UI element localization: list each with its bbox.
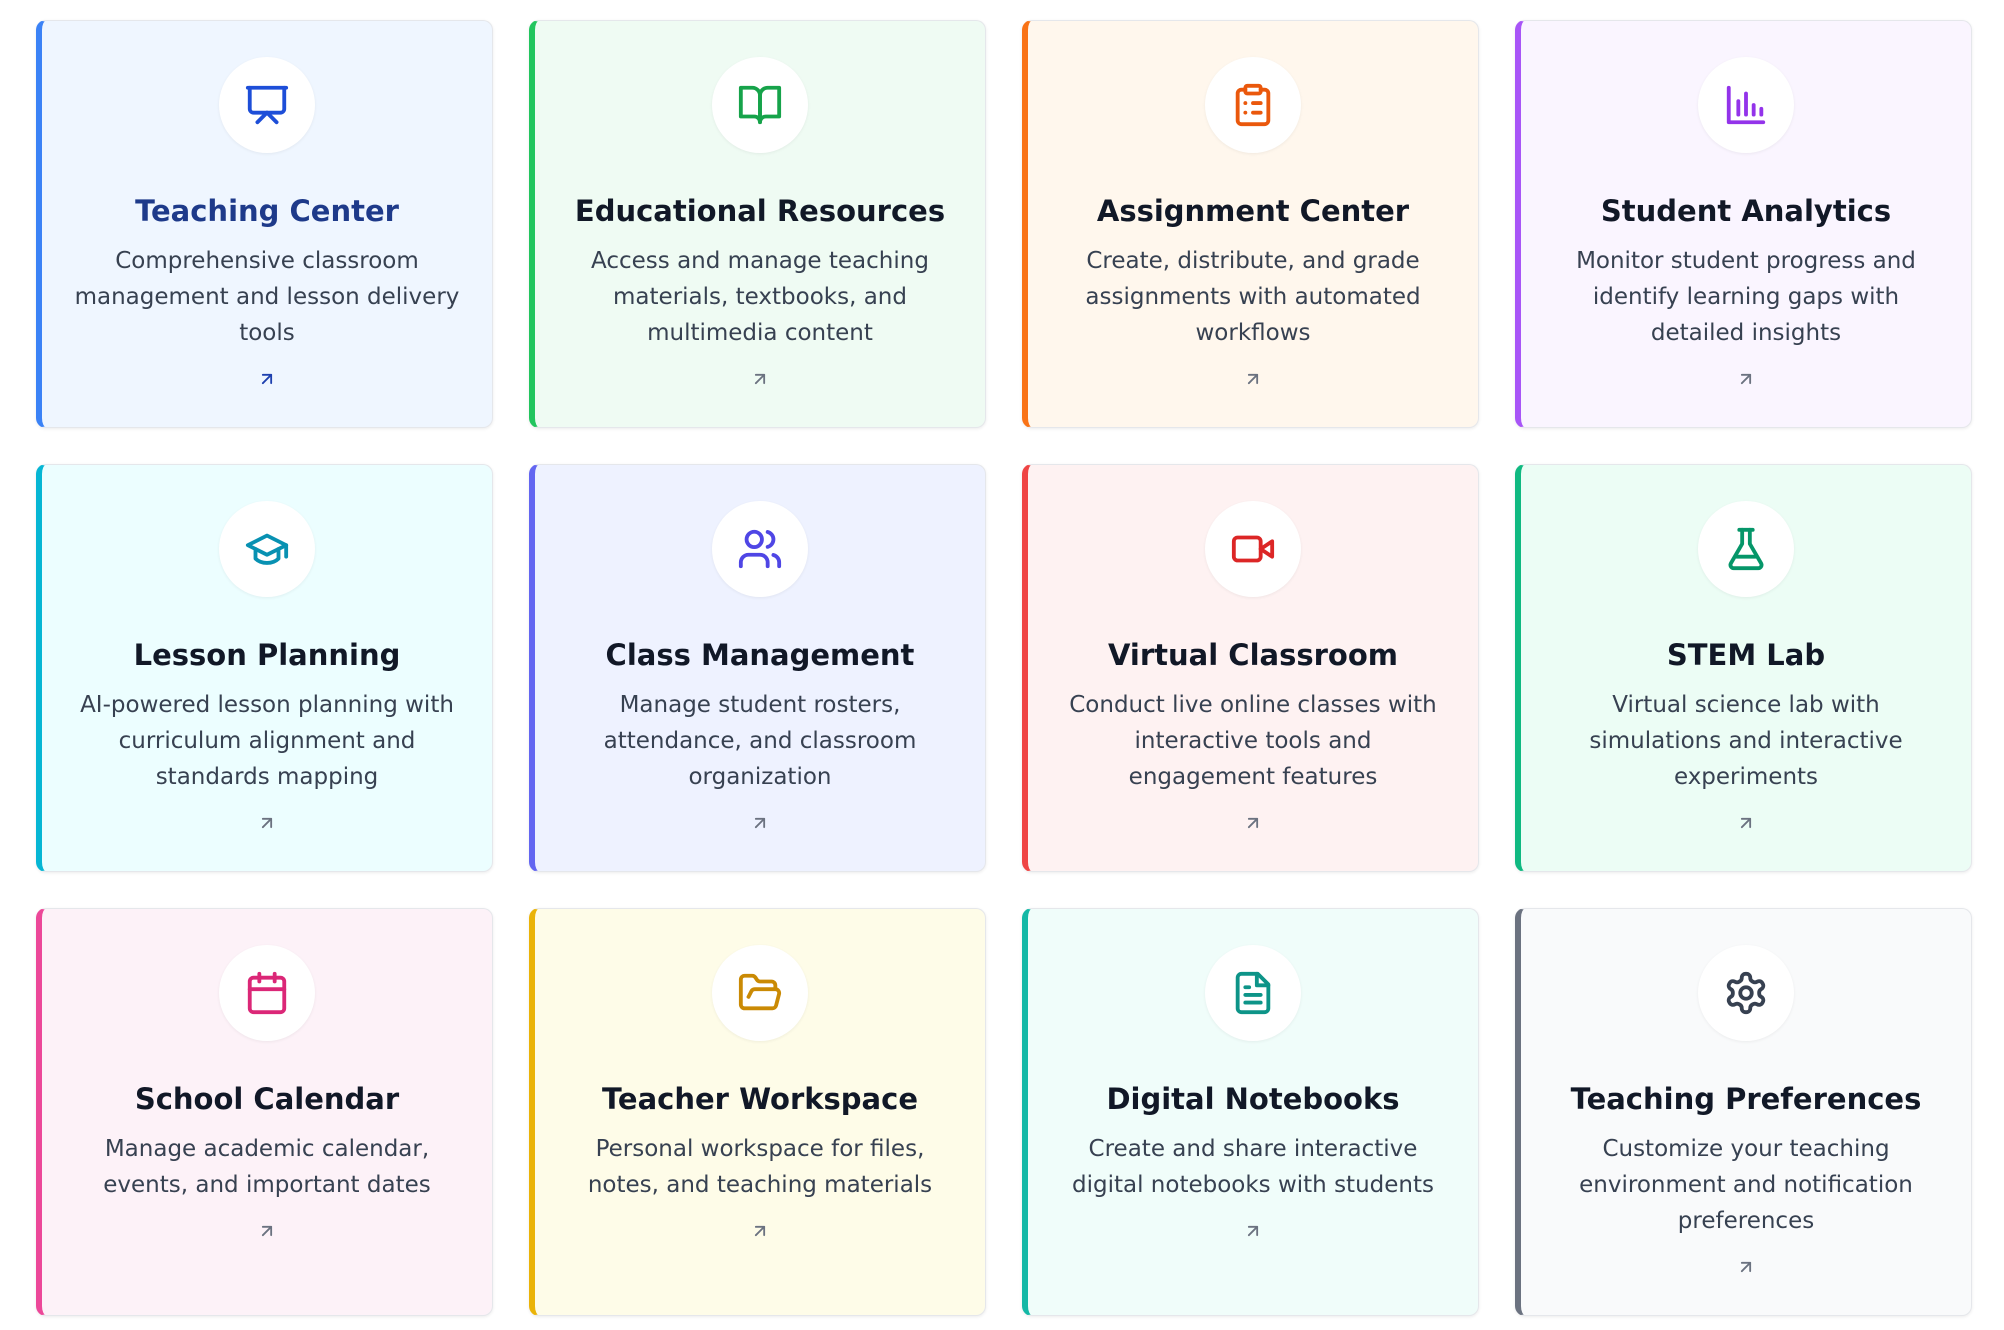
card-school-calendar[interactable]: School Calendar Manage academic calendar… [36,908,493,1316]
card-description: Manage academic calendar, events, and im… [103,1136,431,1198]
card-description: Conduct live online classes with interac… [1069,692,1437,790]
card-stem-lab[interactable]: STEM Lab Virtual science lab with simula… [1515,464,1972,872]
arrow-up-right-icon [1247,1225,1259,1237]
arrow-up-right-icon [1247,817,1259,829]
card-class-management[interactable]: Class Management Manage student rosters,… [529,464,986,872]
card-description: Comprehensive classroom management and l… [74,248,460,346]
card-description: Manage student rosters, attendance, and … [603,692,917,790]
card-teaching-preferences[interactable]: Teaching Preferences Customize your teac… [1515,908,1972,1316]
card-digital-notebooks[interactable]: Digital Notebooks Create and share inter… [1022,908,1479,1316]
arrow-up-right-icon [754,817,766,829]
card-title: STEM Lab [1666,638,1826,672]
flask-icon [1698,501,1794,597]
card-description: Customize your teaching environment and … [1579,1136,1913,1234]
feature-grid: Teaching Center Comprehensive classroom … [36,20,1972,1316]
arrow-up-right-icon [1740,817,1752,829]
card-title: Teacher Workspace [602,1082,918,1116]
card-assignment-center[interactable]: Assignment Center Create, distribute, an… [1022,20,1479,428]
calendar-icon [219,945,315,1041]
card-description: Create, distribute, and grade assignment… [1085,248,1421,346]
card-title: School Calendar [134,1082,400,1116]
card-lesson-planning[interactable]: Lesson Planning AI-powered lesson planni… [36,464,493,872]
graduation-cap-icon [219,501,315,597]
arrow-up-right-icon [1740,373,1752,385]
card-title: Teaching Preferences [1570,1082,1922,1116]
presentation-icon [219,57,315,153]
card-title: Teaching Center [135,194,399,228]
card-title: Student Analytics [1600,194,1892,228]
book-open-icon [712,57,808,153]
card-title: Digital Notebooks [1106,1082,1400,1116]
arrow-up-right-icon [261,1225,273,1237]
card-title: Assignment Center [1096,194,1410,228]
users-icon [712,501,808,597]
card-teacher-workspace[interactable]: Teacher Workspace Personal workspace for… [529,908,986,1316]
arrow-up-right-icon [754,373,766,385]
card-description: Virtual science lab with simulations and… [1589,692,1903,790]
file-text-icon [1205,945,1301,1041]
arrow-up-right-icon [754,1225,766,1237]
card-virtual-classroom[interactable]: Virtual Classroom Conduct live online cl… [1022,464,1479,872]
folder-open-icon [712,945,808,1041]
clipboard-list-icon [1205,57,1301,153]
arrow-up-right-icon [261,817,273,829]
card-teaching-center[interactable]: Teaching Center Comprehensive classroom … [36,20,493,428]
card-description: AI-powered lesson planning with curricul… [80,692,454,790]
card-title: Educational Resources [574,194,946,228]
card-description: Access and manage teaching materials, te… [591,248,929,346]
arrow-up-right-icon [1740,1261,1752,1273]
arrow-up-right-icon [261,373,273,385]
card-description: Monitor student progress and identify le… [1576,248,1916,346]
card-title: Virtual Classroom [1108,638,1398,672]
card-title: Class Management [605,638,915,672]
card-description: Personal workspace for files, notes, and… [587,1136,933,1198]
card-educational-resources[interactable]: Educational Resources Access and manage … [529,20,986,428]
card-title: Lesson Planning [133,638,401,672]
card-description: Create and share interactive digital not… [1072,1136,1434,1198]
settings-icon [1698,945,1794,1041]
video-icon [1205,501,1301,597]
card-student-analytics[interactable]: Student Analytics Monitor student progre… [1515,20,1972,428]
arrow-up-right-icon [1247,373,1259,385]
bar-chart-icon [1698,57,1794,153]
